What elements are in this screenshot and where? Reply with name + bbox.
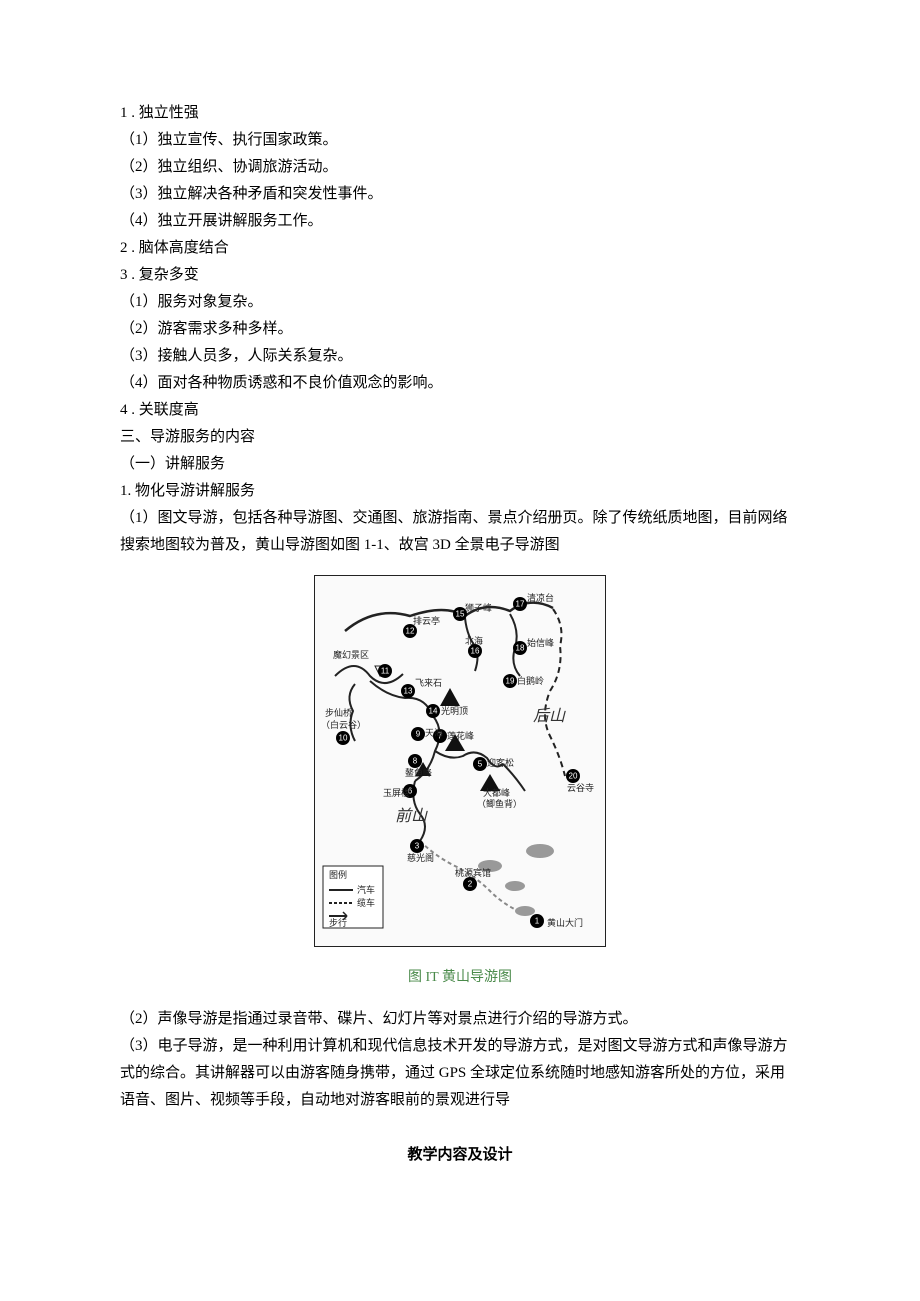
map-marker: 19 — [503, 674, 517, 688]
svg-text:11: 11 — [381, 667, 390, 676]
map-marker: 3 — [410, 839, 424, 853]
list-subitem: （4）独立开展讲解服务工作。 — [120, 208, 800, 235]
svg-text:9: 9 — [416, 730, 421, 739]
map-label: 步仙桥 — [325, 707, 352, 718]
map-label: 桃源宾馆 — [455, 867, 491, 878]
list-item: 4 . 关联度高 — [120, 397, 800, 424]
svg-text:20: 20 — [569, 772, 578, 781]
subsection-title: （一）讲解服务 — [120, 451, 800, 478]
svg-text:2: 2 — [468, 880, 473, 889]
section-heading: 教学内容及设计 — [120, 1142, 800, 1169]
svg-text:14: 14 — [429, 707, 438, 716]
map-label: 迎客松 — [487, 757, 514, 768]
map-svg: 12 15 17 11 16 18 13 19 14 10 9 7 8 5 6 … — [315, 576, 605, 946]
map-label: 清凉台 — [527, 592, 554, 603]
map-label: 始信峰 — [527, 637, 554, 648]
map-marker: 8 — [408, 754, 422, 768]
figure-map-huangshan: 12 15 17 11 16 18 13 19 14 10 9 7 8 5 6 … — [120, 575, 800, 990]
map-marker: 13 — [401, 684, 415, 698]
list-item: 1 . 独立性强 — [120, 100, 800, 127]
map-label: 后山 — [533, 707, 566, 725]
map-marker: 2 — [463, 877, 477, 891]
map-label: 前山 — [395, 807, 428, 825]
paragraph: （3）电子导游，是一种利用计算机和现代信息技术开发的导游方式，是对图文导游方式和… — [120, 1033, 800, 1114]
section-title: 三、导游服务的内容 — [120, 424, 800, 451]
map-label: 北海 — [465, 635, 483, 646]
paragraph: （1）图文导游，包括各种导游图、交通图、旅游指南、景点介绍册页。除了传统纸质地图… — [120, 505, 800, 559]
map-label: 天海 — [425, 727, 443, 738]
map-label: 狮子峰 — [465, 603, 492, 613]
svg-text:18: 18 — [516, 644, 525, 653]
map-label: 大都峰 — [483, 787, 510, 798]
figure-caption: 图 IT 黄山导游图 — [120, 965, 800, 990]
list-item: 2 . 脑体高度结合 — [120, 235, 800, 262]
svg-text:10: 10 — [339, 734, 348, 743]
svg-text:17: 17 — [516, 600, 525, 609]
svg-text:15: 15 — [456, 610, 465, 619]
map-marker: 20 — [566, 769, 580, 783]
list-subitem: （4）面对各种物质诱惑和不良价值观念的影响。 — [120, 370, 800, 397]
map-label: 慈光阁 — [407, 852, 434, 863]
list-subitem: （3）独立解决各种矛盾和突发性事件。 — [120, 181, 800, 208]
paragraph: （2）声像导游是指通过录音带、碟片、幻灯片等对景点进行介绍的导游方式。 — [120, 1006, 800, 1033]
map-marker: 16 — [468, 644, 482, 658]
map-label: 云谷寺 — [567, 783, 594, 793]
map-marker: 17 — [513, 597, 527, 611]
svg-text:3: 3 — [415, 842, 420, 851]
legend-item: 缆车 — [357, 897, 375, 908]
map-label: 魔幻景区 — [333, 649, 369, 660]
map-label: 光明顶 — [441, 705, 468, 716]
list-subitem: （1）独立宣传、执行国家政策。 — [120, 127, 800, 154]
list-item: 1. 物化导游讲解服务 — [120, 478, 800, 505]
list-subitem: （2）游客需求多种多样。 — [120, 316, 800, 343]
list-subitem: （2）独立组织、协调旅游活动。 — [120, 154, 800, 181]
svg-text:12: 12 — [406, 627, 415, 636]
svg-text:16: 16 — [471, 647, 480, 656]
map-label: 莲花峰 — [447, 730, 474, 741]
list-subitem: （1）服务对象复杂。 — [120, 289, 800, 316]
map-marker: 12 — [403, 624, 417, 638]
svg-text:13: 13 — [404, 687, 413, 696]
svg-text:8: 8 — [413, 757, 418, 766]
legend-item: 汽车 — [357, 884, 375, 895]
map-marker: 10 — [336, 731, 350, 745]
map-label: 黄山大门 — [547, 917, 583, 928]
list-subitem: （3）接触人员多，人际关系复杂。 — [120, 343, 800, 370]
map-label: 飞来石 — [415, 678, 442, 688]
map-marker: 14 — [426, 704, 440, 718]
map-label: （白云谷） — [321, 719, 366, 730]
svg-text:5: 5 — [478, 760, 483, 769]
svg-text:19: 19 — [506, 677, 515, 686]
map-image: 12 15 17 11 16 18 13 19 14 10 9 7 8 5 6 … — [314, 575, 606, 947]
svg-text:1: 1 — [535, 917, 540, 926]
map-marker: 1 — [530, 914, 544, 928]
legend-item: 步行 — [329, 917, 347, 928]
legend-title: 图例 — [329, 869, 347, 880]
map-marker: 9 — [411, 727, 425, 741]
map-label: 白鹅岭 — [517, 675, 544, 686]
map-label: 玉屏楼 — [383, 787, 410, 798]
map-marker: 5 — [473, 757, 487, 771]
map-label: 排云亭 — [413, 615, 440, 626]
map-marker: 11 — [378, 664, 392, 678]
list-item: 3 . 复杂多变 — [120, 262, 800, 289]
map-label: （鲫鱼背） — [477, 798, 522, 809]
map-marker: 18 — [513, 641, 527, 655]
map-label: 鳌鱼峰 — [405, 767, 432, 778]
